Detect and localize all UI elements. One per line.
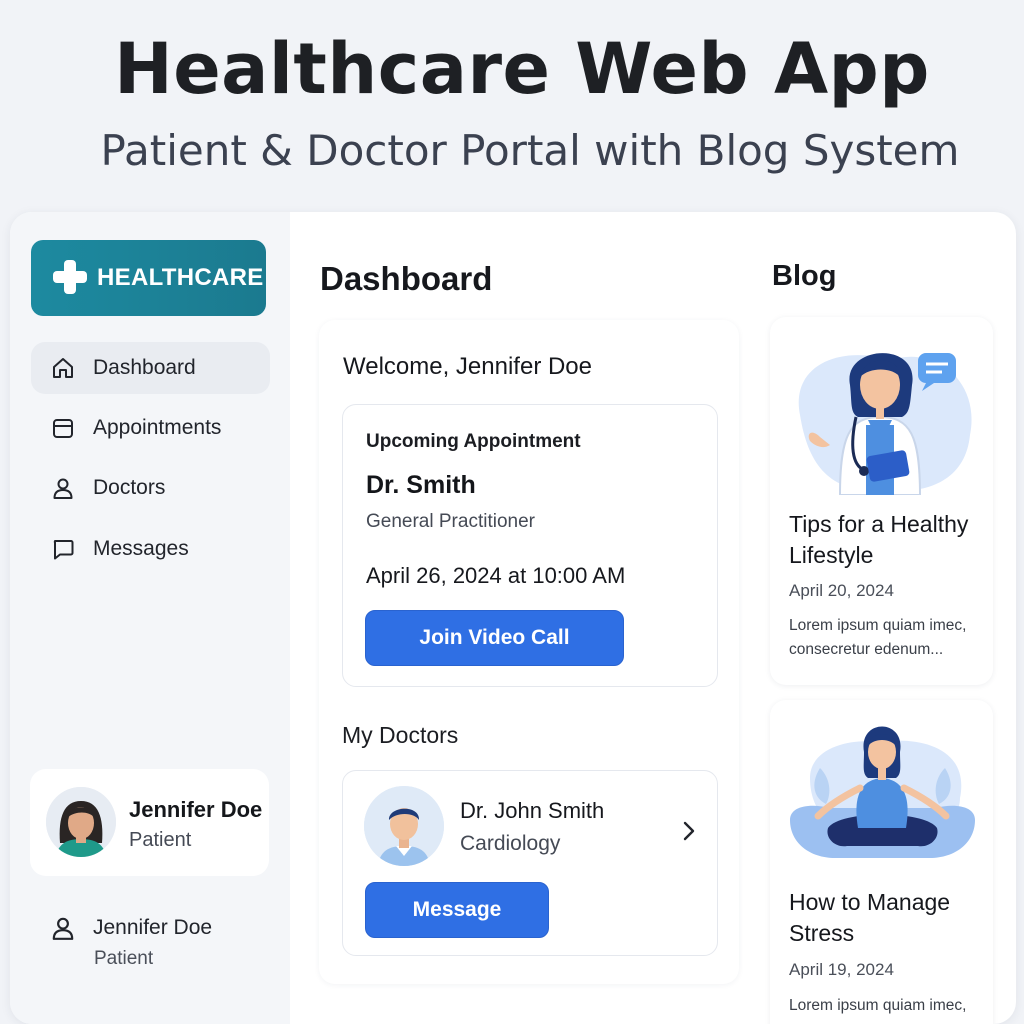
chevron-right-icon[interactable] [681,820,697,842]
sidebar-item-doctors[interactable]: Doctors [31,462,270,514]
calendar-icon [53,419,73,438]
home-icon [53,358,73,378]
user-icon [53,478,73,499]
appointment-card: Upcoming Appointment Dr. Smith General P… [342,404,718,687]
doctor-avatar [364,786,444,866]
appointment-label: Upcoming Appointment [366,431,581,452]
sidebar-item-label: Messages [93,537,189,560]
join-video-call-button[interactable]: Join Video Call [365,610,624,666]
blog-heading: Blog [772,260,837,292]
blog-card[interactable]: Tips for a Healthy Lifestyle April 20, 2… [770,317,993,685]
sidebar-item-appointments[interactable]: Appointments [31,402,270,454]
user-icon [52,917,74,940]
brand-logo[interactable]: HEALTHCARE [31,240,266,316]
blog-post-date: April 19, 2024 [789,960,894,979]
profile-name: Jennifer Doe [129,797,263,822]
profile-role: Patient [129,829,192,851]
sidebar-item-dashboard[interactable]: Dashboard [31,342,270,394]
doctor-illustration [798,353,972,495]
medical-cross-icon [53,260,87,294]
page-subtitle: Patient & Doctor Portal with Blog System [100,126,960,175]
avatar [46,787,116,857]
app-window: HEALTHCARE Dashboard Appointments Doctor… [10,212,1016,1024]
footer-user-role: Patient [94,948,154,969]
appointment-doctor: Dr. Smith [366,471,476,499]
blog-post-excerpt: Lorem ipsum quiam imec, [789,997,967,1014]
welcome-text: Welcome, Jennifer Doe [343,353,592,380]
profile-card[interactable]: Jennifer Doe Patient [30,769,269,876]
blog-post-title[interactable]: How to Manage Stress [789,887,989,949]
footer-user-name: Jennifer Doe [93,916,213,939]
appointment-specialty: General Practitioner [366,511,535,532]
sidebar-item-label: Doctors [93,476,166,499]
dashboard-heading: Dashboard [320,260,493,297]
page-title: Healthcare Web App [114,28,930,110]
sidebar-item-messages[interactable]: Messages [31,523,270,575]
my-doctors-heading: My Doctors [342,722,459,748]
appointment-datetime: April 26, 2024 at 10:00 AM [366,563,626,588]
blog-card[interactable]: How to Manage Stress April 19, 2024 Lore… [770,700,993,1024]
doctor-specialty: Cardiology [460,832,561,855]
sidebar: HEALTHCARE Dashboard Appointments Doctor… [10,212,290,1024]
dashboard-card: Welcome, Jennifer Doe Upcoming Appointme… [319,320,739,984]
doctor-card[interactable]: Dr. John Smith Cardiology Message [342,770,718,956]
brand-name: HEALTHCARE [97,264,264,291]
meditation-illustration [790,726,975,858]
doctor-name: Dr. John Smith [460,798,605,823]
sidebar-item-label: Dashboard [93,356,196,379]
chat-bubble-icon [53,540,74,560]
blog-post-title[interactable]: Tips for a Healthy Lifestyle [789,509,989,571]
blog-post-date: April 20, 2024 [789,581,894,600]
blog-post-excerpt: Lorem ipsum quiam imec, consecretur eden… [789,617,967,658]
message-button[interactable]: Message [365,882,549,938]
sidebar-item-label: Appointments [93,416,222,439]
